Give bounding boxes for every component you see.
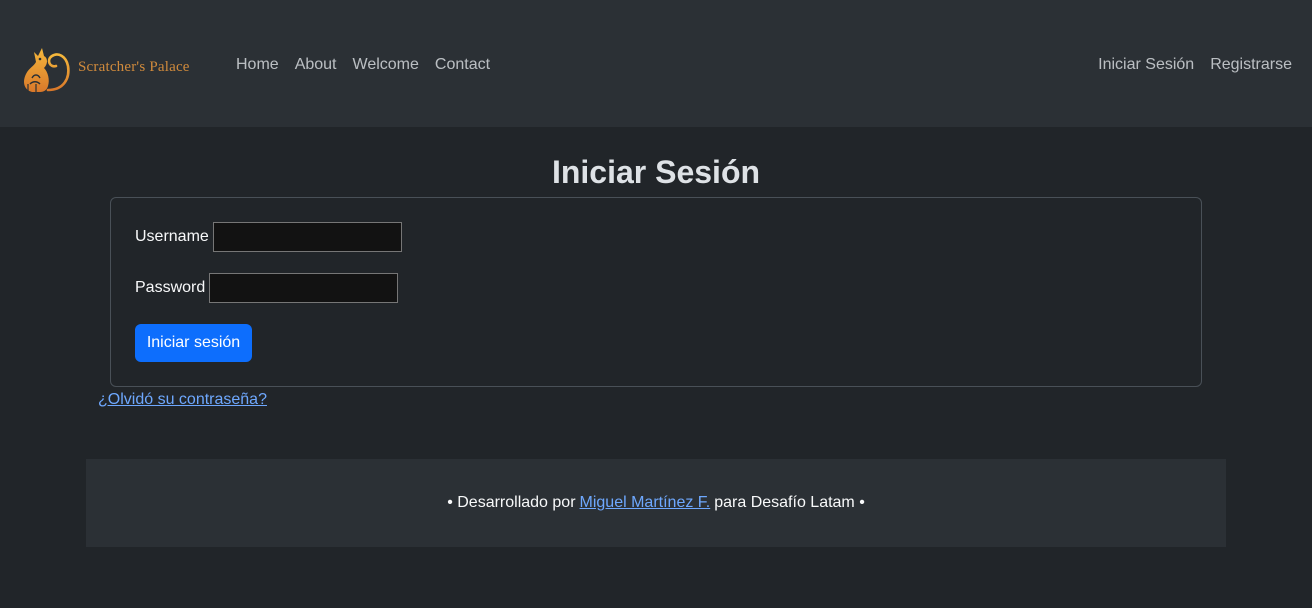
nav-welcome[interactable]: Welcome: [345, 52, 427, 78]
cat-logo-icon: [24, 48, 70, 92]
password-input[interactable]: [209, 273, 399, 303]
password-label: Password: [135, 279, 206, 296]
main-nav: Home About Welcome Contact: [228, 52, 498, 78]
nav-contact[interactable]: Contact: [427, 52, 498, 78]
nav-register[interactable]: Registrarse: [1202, 52, 1300, 78]
auth-nav: Iniciar Sesión Registrarse: [1090, 52, 1300, 78]
nav-home[interactable]: Home: [228, 52, 287, 78]
author-link[interactable]: Miguel Martínez F.: [580, 494, 711, 512]
footer-suffix: para Desafío Latam •: [714, 494, 865, 511]
password-row: Password: [135, 273, 399, 303]
nav-about[interactable]: About: [287, 52, 345, 78]
username-label: Username: [135, 228, 209, 245]
navbar: Scratcher's Palace Home About Welcome Co…: [0, 0, 1312, 127]
login-card: Username Password Iniciar sesión: [110, 197, 1202, 387]
nav-login[interactable]: Iniciar Sesión: [1090, 52, 1202, 78]
brand-name: Scratcher's Palace: [78, 58, 190, 75]
username-input[interactable]: [212, 222, 402, 252]
username-row: Username: [135, 222, 402, 252]
footer-prefix: • Desarrollado por: [447, 494, 576, 511]
page-title: Iniciar Sesión: [551, 154, 761, 190]
footer: • Desarrollado por Miguel Martínez F. pa…: [86, 459, 1226, 547]
brand-link[interactable]: Scratcher's Palace: [14, 38, 190, 96]
forgot-password-link[interactable]: ¿Olvidó su contraseña?: [98, 389, 267, 411]
login-button[interactable]: Iniciar sesión: [135, 324, 252, 362]
